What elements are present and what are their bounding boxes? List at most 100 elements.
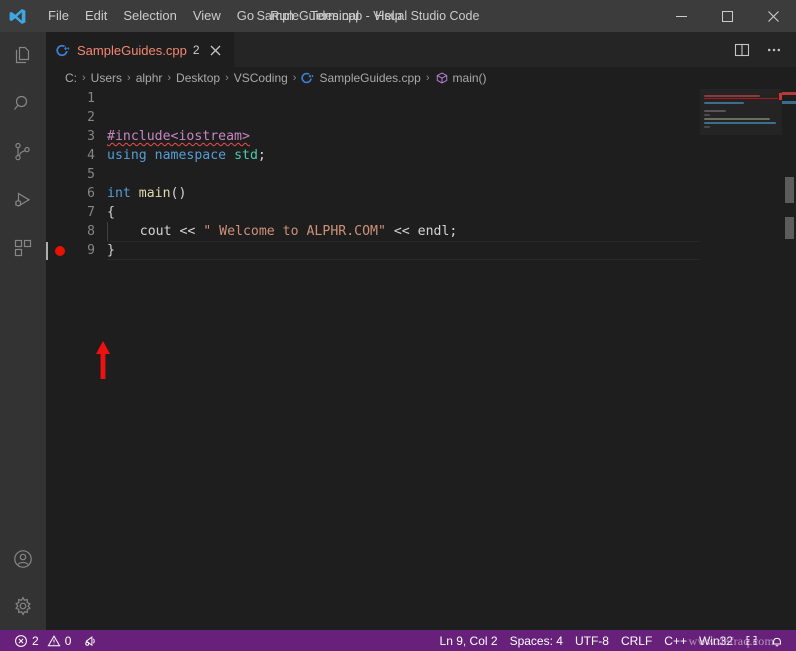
minimize-button[interactable] [658,0,704,32]
breadcrumb-label: C: [65,71,77,85]
status-bar: 2 0 Ln 9, Col 2 Spaces: 4 UTF-8 CRLF C++… [0,630,796,651]
scrollbar-thumb-secondary [785,217,794,239]
token-preprocessor: #include<iostream> [107,129,250,144]
tab-sampleguides-cpp[interactable]: SampleGuides.cpp 2 [46,32,235,67]
line-number: 1 [87,91,95,106]
status-notifications[interactable] [764,630,790,651]
cpp-file-icon [301,71,315,85]
activity-bar [0,32,46,630]
current-line-highlight-top [107,241,700,242]
activity-source-control[interactable] [0,128,46,176]
glyph-margin[interactable] [46,89,70,108]
editor-actions [728,32,796,67]
source-control-icon [11,140,35,164]
activity-explorer[interactable] [0,32,46,80]
glyph-margin[interactable] [46,241,70,260]
menu-selection[interactable]: Selection [115,5,184,27]
cpp-file-icon [56,43,71,58]
code-editor[interactable]: 1 2 3 #include<iostream> 4 using namespa… [46,89,796,630]
maximize-button[interactable] [704,0,750,32]
tab-problem-count: 2 [192,43,200,57]
glyph-margin[interactable] [46,127,70,146]
minimap-error-marker [704,98,778,99]
breadcrumb-item-vscoding[interactable]: VSCoding [234,71,288,85]
code-line: 3 #include<iostream> [46,127,796,146]
breadcrumb-separator: › [425,72,430,84]
status-go-live[interactable] [77,630,104,651]
activity-extensions[interactable] [0,224,46,272]
glyph-margin[interactable] [46,203,70,222]
split-editor-icon[interactable] [728,36,756,64]
line-number: 3 [87,129,95,144]
tab-label: SampleGuides.cpp [77,42,187,58]
activity-settings[interactable] [0,582,46,630]
glyph-margin[interactable] [46,165,70,184]
menu-terminal[interactable]: Terminal [302,5,367,27]
breadcrumb-separator: › [82,72,86,84]
breadcrumb-label: Desktop [176,71,221,85]
menu-edit[interactable]: Edit [77,5,115,27]
status-encoding[interactable]: UTF-8 [569,630,615,651]
menu-go[interactable]: Go [229,5,262,27]
breadcrumb-item-alphr[interactable]: alphr [136,71,163,85]
glyph-margin[interactable] [46,146,70,165]
ellipsis-icon[interactable] [760,36,788,64]
menu-help[interactable]: Help [367,5,410,27]
workbench-body: SampleGuides.cpp 2 C: › Users › alphr › … [0,32,796,630]
tab-close-icon[interactable] [208,42,224,58]
status-cursor-position[interactable]: Ln 9, Col 2 [434,630,504,651]
text-caret [46,242,48,260]
breadcrumb-separator: › [292,72,297,84]
overview-info-mark [782,101,796,104]
status-eol[interactable]: CRLF [615,630,658,651]
line-content: } [46,241,796,260]
status-remote-window[interactable] [739,630,764,651]
activity-search[interactable] [0,80,46,128]
files-icon [11,44,35,68]
breadcrumb-item-desktop[interactable]: Desktop [176,71,220,85]
status-platform[interactable]: Win32 [693,630,739,651]
search-icon [11,92,35,116]
breadcrumb-label: alphr [135,71,163,85]
glyph-margin[interactable] [46,222,70,241]
minimap-line [704,126,710,128]
vscode-window: File Edit Selection View Go Run Terminal… [0,0,796,651]
menu-run[interactable]: Run [262,5,302,27]
breadcrumb-label: VSCoding [233,71,288,85]
glyph-margin[interactable] [46,184,70,203]
editor-group: SampleGuides.cpp 2 C: › Users › alphr › … [46,32,796,630]
broadcast-icon [83,634,98,648]
status-indentation[interactable]: Spaces: 4 [504,630,569,651]
code-line: 5 [46,165,796,184]
breadcrumb-item-file[interactable]: SampleGuides.cpp [301,71,421,85]
breadcrumb-separator: › [167,72,172,84]
line-number: 7 [87,205,95,220]
breakpoint-dot-line-9[interactable] [55,246,65,256]
overview-error-mark [782,92,796,95]
activity-run-debug[interactable] [0,176,46,224]
status-bar-left: 2 0 [0,630,104,651]
activity-accounts[interactable] [0,536,46,582]
code-line: 6 int main() [46,184,796,203]
tab-bar: SampleGuides.cpp 2 [46,32,796,67]
status-bar-right: Ln 9, Col 2 Spaces: 4 UTF-8 CRLF C++ Win… [434,630,796,651]
close-button[interactable] [750,0,796,32]
menu-view[interactable]: View [185,5,229,27]
line-content: cout << " Welcome to ALPHR.COM" << endl; [107,222,458,241]
line-content: #include<iostream> [107,127,796,146]
glyph-margin[interactable] [46,108,70,127]
overview-ruler[interactable] [782,89,796,630]
status-language-mode[interactable]: C++ [658,630,693,651]
title-bar: File Edit Selection View Go Run Terminal… [0,0,796,32]
menu-file[interactable]: File [40,5,77,27]
breadcrumb-item-symbol-main[interactable]: main() [435,71,487,85]
minimap[interactable] [700,89,782,630]
menu-bar: File Edit Selection View Go Run Terminal… [40,0,410,32]
breadcrumb-item-users[interactable]: Users [91,71,122,85]
breadcrumb-item-drive[interactable]: C: [65,71,77,85]
code-line: 2 [46,108,796,127]
code-lines: 1 2 3 #include<iostream> 4 using namespa… [46,89,796,630]
error-icon [14,634,28,648]
status-problems[interactable]: 2 0 [8,630,77,651]
line-content: { [107,205,115,220]
